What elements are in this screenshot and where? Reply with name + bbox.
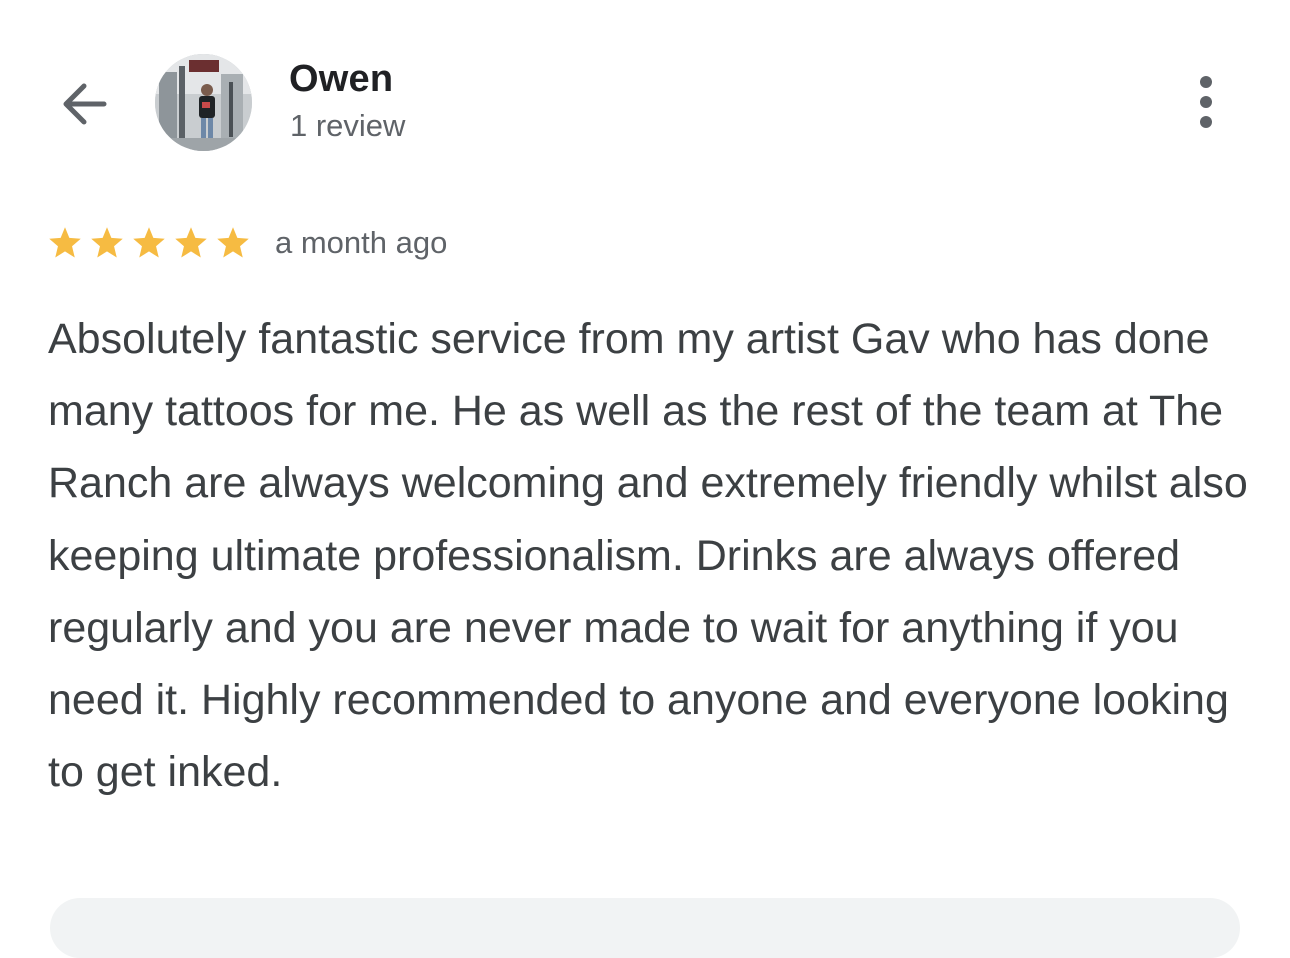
avatar-photo xyxy=(155,54,252,151)
arrow-back-icon xyxy=(63,83,107,125)
review-text: Absolutely fantastic service from my art… xyxy=(48,315,1248,797)
more-options-button[interactable] xyxy=(1176,70,1236,134)
star-icon xyxy=(217,227,249,258)
reviewer-name[interactable]: Owen xyxy=(289,56,393,102)
review-meta: a month ago xyxy=(47,222,447,264)
star-icon xyxy=(133,227,165,258)
back-button[interactable] xyxy=(52,72,116,136)
next-card-edge xyxy=(50,898,1240,958)
review-date: a month ago xyxy=(275,225,448,260)
more-vertical-icon xyxy=(1200,76,1212,128)
reviewer-avatar[interactable] xyxy=(155,54,252,151)
star-icon xyxy=(175,227,207,258)
star-icon xyxy=(91,227,123,258)
reviewer-review-count: 1 review xyxy=(290,108,406,143)
review-header: Owen 1 review xyxy=(0,0,1290,200)
star-icon xyxy=(49,227,81,258)
star-rating xyxy=(47,225,257,261)
